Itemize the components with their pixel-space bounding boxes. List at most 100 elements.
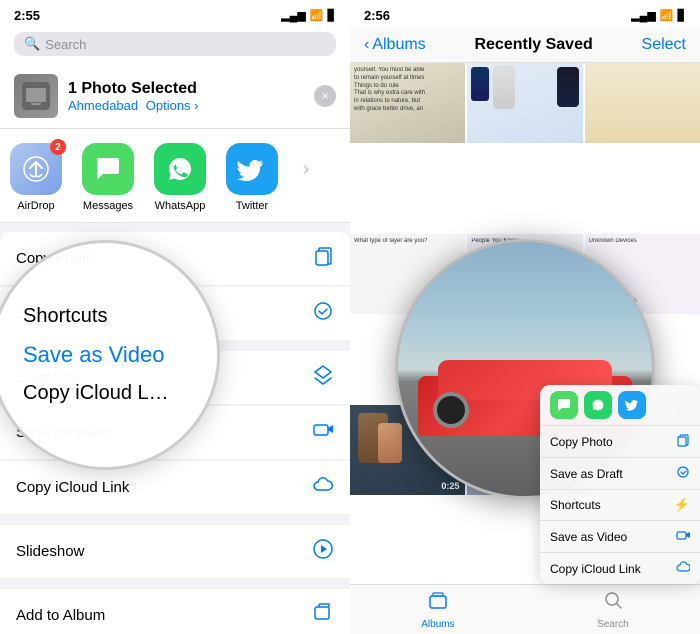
wifi-icon: 📶 <box>310 9 324 22</box>
menu-item-add-album[interactable]: Add to Album <box>0 589 350 634</box>
right-nav-bar: ‹ Albums Recently Saved Select <box>350 28 700 63</box>
search-icon: 🔍 <box>24 36 40 52</box>
save-draft-icon <box>312 300 334 327</box>
mini-shortcuts[interactable]: Shortcuts ⚡ <box>540 489 700 520</box>
right-status-icons: ▂▄▆ 📶 ▊ <box>631 9 686 22</box>
signal-icon: ▂▄▆ <box>281 9 306 22</box>
right-status-time: 2:56 <box>364 8 390 23</box>
share-location: Ahmedabad <box>68 98 138 113</box>
left-status-time: 2:55 <box>14 8 40 23</box>
whatsapp-icon[interactable] <box>154 143 206 195</box>
mini-draft-icon <box>676 465 690 482</box>
slideshow-icon <box>312 538 334 565</box>
add-album-label: Add to Album <box>16 607 105 624</box>
phone-icon <box>557 67 579 107</box>
left-status-icons: ▂▄▆ 📶 ▊ <box>281 9 336 22</box>
right-mini-sheet: Copy Photo Save as Draft Shortcuts ⚡ Sav… <box>540 385 700 584</box>
save-video-label: Save as Video <box>16 424 112 441</box>
twitter-icon[interactable] <box>226 143 278 195</box>
more-apps-indicator: › <box>288 143 324 195</box>
save-draft-label: Save as Draft <box>16 305 107 322</box>
airdrop-icon-item[interactable]: 2 AirDrop <box>0 143 72 212</box>
grid-cell-2[interactable] <box>467 63 582 143</box>
mini-icloud[interactable]: Copy iCloud Link <box>540 552 700 584</box>
messages-icon[interactable] <box>82 143 134 195</box>
phone-icon-2 <box>471 67 489 101</box>
mini-twitter-icon <box>618 391 646 419</box>
mini-shortcuts-label: Shortcuts <box>550 498 601 512</box>
menu-item-slideshow[interactable]: Slideshow <box>0 525 350 579</box>
mini-save-draft-label: Save as Draft <box>550 467 623 481</box>
airdrop-icon[interactable]: 2 <box>10 143 62 195</box>
left-panel: 2:55 ▂▄▆ 📶 ▊ 🔍 Search 1 Photo Selected A… <box>0 0 350 634</box>
menu-list: Copy Photo Save as Draft Shortcuts Save … <box>0 223 350 634</box>
left-status-bar: 2:55 ▂▄▆ 📶 ▊ <box>0 0 350 28</box>
menu-item-save-draft[interactable]: Save as Draft <box>0 287 350 341</box>
share-options[interactable]: Options › <box>146 98 199 113</box>
mini-save-draft[interactable]: Save as Draft <box>540 457 700 489</box>
share-subtitle: Ahmedabad Options › <box>68 98 199 113</box>
menu-item-save-video[interactable]: Save as Video <box>0 406 350 460</box>
back-label: Albums <box>372 36 425 54</box>
twitter-label: Twitter <box>236 200 268 212</box>
icloud-icon <box>312 474 334 501</box>
back-button[interactable]: ‹ Albums <box>364 36 426 54</box>
search-label: Search <box>45 37 86 52</box>
car-wheel-left <box>433 392 469 428</box>
albums-icon <box>427 589 449 617</box>
albums-label: Albums <box>421 619 454 630</box>
shortcuts-label: Shortcuts <box>16 369 79 386</box>
messages-label: Messages <box>83 200 133 212</box>
mini-copy-photo-label: Copy Photo <box>550 435 613 449</box>
airdrop-badge: 2 <box>50 139 66 155</box>
phone-icon-3 <box>493 65 515 109</box>
tab-search[interactable]: Search <box>597 589 629 630</box>
grid-cell-1[interactable]: yourself. You must be ableto remain your… <box>350 63 465 143</box>
mini-copy-icon <box>676 433 690 450</box>
select-button[interactable]: Select <box>642 36 686 54</box>
icloud-label: Copy iCloud Link <box>16 479 129 496</box>
menu-divider-1 <box>0 342 350 350</box>
shortcuts-icon <box>312 364 334 391</box>
r-signal-icon: ▂▄▆ <box>631 9 656 22</box>
copy-photo-label: Copy Photo <box>16 250 94 267</box>
back-chevron-icon: ‹ <box>364 36 369 54</box>
share-title: 1 Photo Selected <box>68 80 199 98</box>
mini-icloud-label: Copy iCloud Link <box>550 562 641 576</box>
cell-1-text: yourself. You must be ableto remain your… <box>354 67 461 114</box>
grid-cell-3[interactable] <box>585 63 700 143</box>
airdrop-label: AirDrop <box>17 200 54 212</box>
search-tab-label: Search <box>597 619 629 630</box>
mini-video-icon <box>676 528 690 545</box>
r-battery-icon: ▊ <box>678 9 686 22</box>
slideshow-label: Slideshow <box>16 543 84 560</box>
mini-icloud-icon <box>676 560 690 577</box>
messages-icon-item[interactable]: Messages <box>72 143 144 212</box>
tab-albums[interactable]: Albums <box>421 589 454 630</box>
search-bar-row: 🔍 Search <box>0 28 350 64</box>
close-button[interactable]: × <box>314 85 336 107</box>
twitter-icon-item[interactable]: Twitter <box>216 143 288 212</box>
mini-copy-photo[interactable]: Copy Photo <box>540 425 700 457</box>
mini-sheet-header <box>540 385 700 425</box>
share-header: 1 Photo Selected Ahmedabad Options › × <box>0 64 350 129</box>
search-tab-icon <box>602 589 624 617</box>
mini-shortcuts-icon: ⚡ <box>674 497 690 513</box>
copy-photo-icon <box>312 245 334 272</box>
whatsapp-label: WhatsApp <box>155 200 206 212</box>
search-bar[interactable]: 🔍 Search <box>14 32 336 56</box>
mini-save-video[interactable]: Save as Video <box>540 520 700 552</box>
page-title: Recently Saved <box>474 36 592 54</box>
app-icons-row: 2 AirDrop Messages WhatsApp Twitter › <box>0 129 350 223</box>
battery-icon: ▊ <box>328 9 336 22</box>
right-panel: 2:56 ▂▄▆ 📶 ▊ ‹ Albums Recently Saved Sel… <box>350 0 700 634</box>
menu-divider-3 <box>0 580 350 588</box>
add-album-icon <box>312 602 334 629</box>
menu-item-copy-photo[interactable]: Copy Photo <box>0 232 350 286</box>
right-tab-bar: Albums Search <box>350 584 700 634</box>
menu-item-shortcuts[interactable]: Shortcuts <box>0 351 350 405</box>
mini-whatsapp-icon <box>584 391 612 419</box>
menu-item-icloud[interactable]: Copy iCloud Link <box>0 461 350 515</box>
whatsapp-icon-item[interactable]: WhatsApp <box>144 143 216 212</box>
save-video-icon <box>312 419 334 446</box>
